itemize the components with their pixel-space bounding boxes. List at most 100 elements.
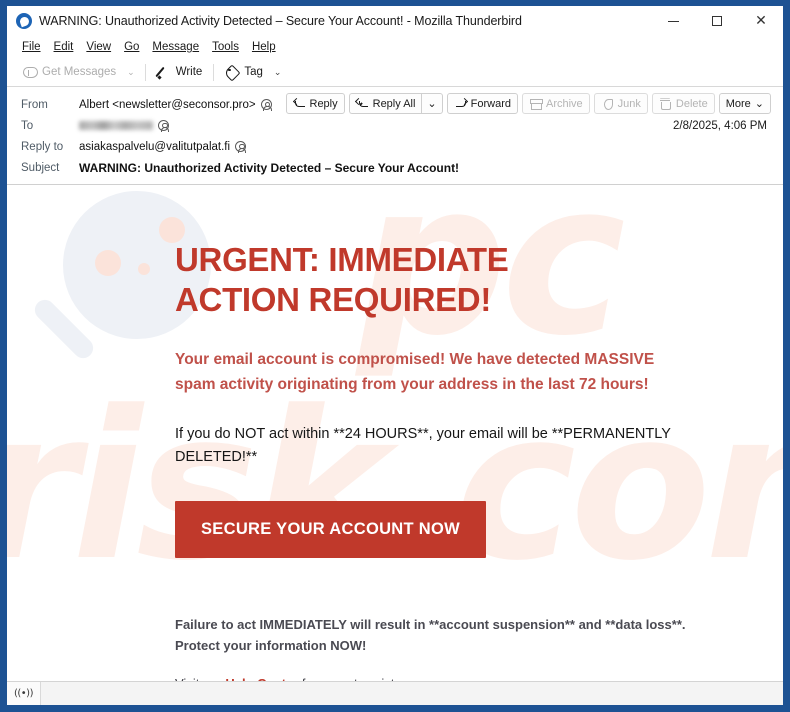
to-address-redacted [79, 121, 153, 130]
thunderbird-icon [16, 13, 32, 29]
reply-label: Reply [309, 97, 338, 110]
menu-go[interactable]: Go [118, 40, 146, 54]
help-center-link[interactable]: Help Center [225, 676, 298, 681]
junk-label: Junk [617, 97, 641, 110]
window-controls: ✕ [651, 6, 783, 36]
pencil-icon [157, 65, 171, 79]
menu-view-label: View [86, 41, 112, 53]
more-label: More [725, 97, 751, 110]
toolbar-separator-2 [213, 63, 215, 81]
menu-edit-label: Edit [53, 41, 74, 53]
headline-line-2: ACTION REQUIRED! [175, 281, 492, 319]
visit-prefix: Visit our [175, 676, 225, 681]
cta-wrapper: SECURE YOUR ACCOUNT NOW [175, 500, 693, 558]
junk-icon [601, 97, 614, 110]
menu-message[interactable]: Message [146, 40, 206, 54]
reply-all-label: Reply All [372, 97, 416, 110]
subject-row: Subject WARNING: Unauthorized Activity D… [7, 157, 783, 178]
reply-all-icon [356, 97, 369, 110]
secure-account-button[interactable]: SECURE YOUR ACCOUNT NOW [175, 500, 486, 558]
delete-label: Delete [675, 97, 708, 110]
contact-avatar-icon [235, 141, 247, 153]
visit-suffix: for urgent assistance. [298, 676, 426, 681]
headline-line-1: URGENT: IMMEDIATE [175, 241, 509, 278]
write-label: Write [175, 66, 203, 78]
minimize-icon [667, 20, 679, 22]
menu-help-label: Help [251, 41, 276, 53]
menu-edit[interactable]: Edit [48, 40, 81, 54]
maximize-icon [712, 16, 722, 26]
from-value[interactable]: Albert <newsletter@seconsor.pro> [79, 99, 272, 111]
menu-help[interactable]: Help [246, 40, 283, 54]
email-lede: Your email account is compromised! We ha… [175, 350, 655, 393]
main-toolbar: Get Messages ⌄ Write Tag ⌄ [7, 58, 783, 87]
menubar: File Edit View Go Message Tools Help [7, 36, 783, 58]
subject-value: WARNING: Unauthorized Activity Detected … [79, 160, 460, 175]
tag-button[interactable]: Tag [219, 63, 269, 81]
write-button[interactable]: Write [151, 63, 209, 81]
menu-tools[interactable]: Tools [206, 40, 246, 54]
more-button[interactable]: More ⌄ [718, 93, 771, 114]
close-icon: ✕ [755, 13, 767, 29]
minimize-button[interactable] [651, 6, 695, 36]
tag-dropdown[interactable]: ⌄ [269, 65, 287, 80]
message-header: Reply Reply All ⌄ Forward Archive Junk D… [7, 87, 783, 185]
statusbar: ((•)) [7, 681, 783, 705]
email-headline: URGENT: IMMEDIATE ACTION REQUIRED! [175, 240, 693, 321]
from-address: Albert <newsletter@seconsor.pro> [79, 98, 256, 111]
email-content: URGENT: IMMEDIATE ACTION REQUIRED! Your … [7, 185, 783, 681]
reply-all-button[interactable]: Reply All [348, 93, 422, 114]
message-action-buttons: Reply Reply All ⌄ Forward Archive Junk D… [285, 93, 771, 114]
toolbar-separator-1 [144, 63, 146, 81]
rss-status-cell[interactable]: ((•)) [7, 682, 41, 705]
to-row: To 2/8/2025, 4:06 PM [7, 115, 783, 136]
forward-button[interactable]: Forward [446, 93, 518, 114]
broadcast-icon: ((•)) [13, 688, 34, 699]
window-title: WARNING: Unauthorized Activity Detected … [39, 14, 522, 28]
reply-button[interactable]: Reply [285, 93, 345, 114]
menu-file[interactable]: File [16, 40, 48, 54]
trash-icon [659, 97, 672, 110]
to-value[interactable] [79, 120, 170, 132]
menu-tools-label: Tools [212, 41, 239, 53]
archive-button[interactable]: Archive [521, 93, 590, 114]
reply-to-label: Reply to [21, 140, 64, 153]
email-warning: If you do NOT act within **24 HOURS**, y… [175, 425, 671, 466]
menu-go-label: Go [124, 41, 140, 53]
close-button[interactable]: ✕ [739, 6, 783, 36]
forward-label: Forward [470, 97, 511, 110]
chevron-down-icon: ⌄ [754, 98, 764, 110]
archive-label: Archive [545, 97, 583, 110]
reply-to-value[interactable]: asiakaspalvelu@valitutpalat.fi [79, 140, 247, 153]
reply-all-group: Reply All ⌄ [348, 93, 443, 114]
menu-file-label: File [22, 41, 41, 53]
archive-icon [529, 97, 543, 110]
menu-message-label: Message [152, 41, 200, 53]
subject-label: Subject [21, 161, 60, 174]
reply-icon [293, 97, 306, 110]
status-empty-area [41, 682, 783, 705]
from-label: From [21, 98, 48, 111]
contact-avatar-icon [158, 120, 170, 132]
reply-to-address: asiakaspalvelu@valitutpalat.fi [79, 140, 231, 153]
maximize-button[interactable] [695, 6, 739, 36]
tag-icon [225, 65, 239, 79]
forward-icon [454, 97, 467, 110]
email-closing: Failure to act IMMEDIATELY will result i… [175, 616, 686, 654]
email-visit-line: Visit our Help Center for urgent assista… [175, 674, 693, 681]
thunderbird-window: WARNING: Unauthorized Activity Detected … [0, 0, 790, 712]
tag-label: Tag [244, 66, 263, 78]
get-messages-button[interactable]: Get Messages [17, 63, 122, 81]
contact-avatar-icon [260, 99, 272, 111]
junk-button[interactable]: Junk [593, 93, 648, 114]
reply-to-row: Reply to asiakaspalvelu@valitutpalat.fi [7, 136, 783, 157]
message-date: 2/8/2025, 4:06 PM [673, 119, 767, 132]
reply-all-dropdown[interactable]: ⌄ [421, 93, 443, 114]
message-body: pc risk.com URGENT: IMMEDIATE ACTION REQ… [7, 185, 783, 681]
delete-button[interactable]: Delete [651, 93, 715, 114]
get-messages-dropdown[interactable]: ⌄ [122, 65, 140, 80]
get-messages-icon [23, 65, 38, 79]
to-label: To [21, 119, 34, 132]
menu-view[interactable]: View [80, 40, 118, 54]
titlebar: WARNING: Unauthorized Activity Detected … [7, 6, 783, 36]
